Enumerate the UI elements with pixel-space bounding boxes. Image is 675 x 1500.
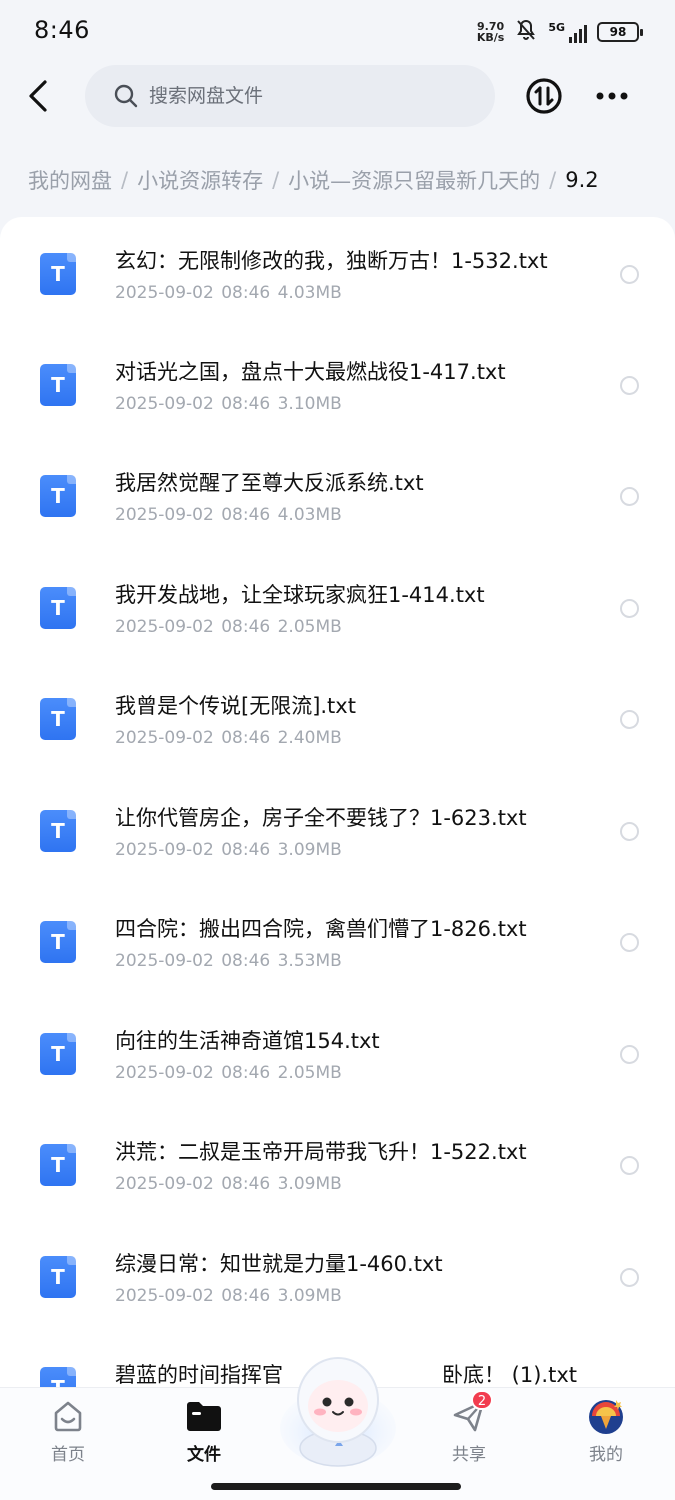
header — [0, 64, 675, 128]
file-meta: 2025-09-02 08:46 2.05MB — [115, 1063, 342, 1083]
folder-icon — [184, 1396, 224, 1436]
file-meta: 2025-09-02 08:46 3.10MB — [115, 394, 342, 414]
txt-file-icon: T — [40, 1033, 76, 1075]
mute-icon — [514, 18, 538, 46]
file-row[interactable]: T 洪荒：二叔是玉帝开局带我飞升！1-522.txt 2025-09-02 08… — [0, 1108, 675, 1219]
file-name: 四合院：搬出四合院，禽兽们懵了1-826.txt — [115, 917, 527, 941]
file-row[interactable]: T 我开发战地，让全球玩家疯狂1-414.txt 2025-09-02 08:4… — [0, 551, 675, 662]
file-meta: 2025-09-02 08:46 2.40MB — [115, 728, 342, 748]
breadcrumb-separator: / — [272, 168, 280, 192]
search-input[interactable] — [149, 85, 469, 107]
file-name: 向往的生活神奇道馆154.txt — [115, 1029, 380, 1053]
home-icon — [48, 1396, 88, 1436]
file-name: 玄幻：无限制修改的我，独断万古！1-532.txt — [115, 249, 548, 273]
txt-file-icon: T — [40, 1256, 76, 1298]
avatar — [586, 1396, 626, 1436]
nav-mine-label: 我的 — [589, 1445, 623, 1465]
select-checkbox[interactable] — [620, 1156, 639, 1175]
txt-file-icon: T — [40, 1144, 76, 1186]
more-dots-icon — [596, 92, 628, 100]
txt-file-icon: T — [40, 810, 76, 852]
txt-file-icon: T — [40, 587, 76, 629]
nav-files-label: 文件 — [187, 1445, 221, 1465]
battery-icon: 98 — [597, 22, 643, 42]
file-name: 我曾是个传说[无限流].txt — [115, 694, 356, 718]
file-name: 对话光之国，盘点十大最燃战役1-417.txt — [115, 360, 506, 384]
file-row[interactable]: T 让你代管房企，房子全不要钱了？1-623.txt 2025-09-02 08… — [0, 774, 675, 885]
txt-file-icon: T — [40, 253, 76, 295]
select-checkbox[interactable] — [620, 822, 639, 841]
file-row[interactable]: T 玄幻：无限制修改的我，独断万古！1-532.txt 2025-09-02 0… — [0, 217, 675, 328]
select-checkbox[interactable] — [620, 710, 639, 729]
breadcrumb-my-drive[interactable]: 我的网盘 — [28, 165, 112, 195]
transfer-icon — [526, 78, 562, 114]
breadcrumb-separator: / — [549, 168, 557, 192]
txt-file-icon: T — [40, 364, 76, 406]
select-checkbox[interactable] — [620, 265, 639, 284]
file-name-end: 卧底！ (1).txt — [442, 1363, 577, 1387]
file-name-start: 碧蓝的时间指挥官 — [115, 1363, 283, 1387]
back-button[interactable] — [18, 74, 58, 118]
txt-file-icon: T — [40, 698, 76, 740]
file-meta: 2025-09-02 08:46 3.09MB — [115, 1286, 342, 1306]
txt-file-icon: T — [40, 475, 76, 517]
search-bar[interactable] — [85, 65, 495, 127]
file-name: 洪荒：二叔是玉帝开局带我飞升！1-522.txt — [115, 1140, 527, 1164]
nav-files[interactable]: 文件 — [149, 1388, 259, 1468]
breadcrumb-novel-resources[interactable]: 小说—资源只留最新几天的 — [288, 165, 540, 195]
file-meta: 2025-09-02 08:46 3.09MB — [115, 1174, 342, 1194]
file-list: T 玄幻：无限制修改的我，独断万古！1-532.txt 2025-09-02 0… — [0, 217, 675, 1387]
share-badge: 2 — [471, 1390, 493, 1410]
breadcrumb-current-folder: 9.2 — [565, 168, 599, 192]
transfer-button[interactable] — [525, 77, 563, 115]
nav-share[interactable]: 2 共享 — [414, 1388, 524, 1468]
file-meta: 2025-09-02 08:46 4.03MB — [115, 505, 342, 525]
file-meta: 2025-09-02 08:46 3.53MB — [115, 951, 342, 971]
file-name: 让你代管房企，房子全不要钱了？1-623.txt — [115, 806, 527, 830]
select-checkbox[interactable] — [620, 1268, 639, 1287]
txt-file-icon: T — [40, 1367, 76, 1387]
nav-home-label: 首页 — [51, 1445, 85, 1465]
nav-home[interactable]: 首页 — [13, 1388, 123, 1468]
status-time: 8:46 — [34, 16, 90, 44]
nav-mine[interactable]: 我的 — [551, 1388, 661, 1468]
breadcrumb: 我的网盘 / 小说资源转存 / 小说—资源只留最新几天的 / 9.2 — [28, 160, 675, 200]
file-meta: 2025-09-02 08:46 3.09MB — [115, 840, 342, 860]
more-options-button[interactable] — [592, 77, 632, 115]
mascot-assistant-button[interactable] — [277, 1350, 399, 1470]
paper-plane-icon: 2 — [449, 1390, 493, 1436]
nav-share-label: 共享 — [452, 1445, 486, 1465]
file-row[interactable]: T 综漫日常：知世就是力量1-460.txt 2025-09-02 08:46 … — [0, 1220, 675, 1331]
network-speed: 9.70 KB/s — [476, 20, 505, 44]
breadcrumb-separator: / — [121, 168, 129, 192]
status-icons: 9.70 KB/s 5G 98 — [476, 18, 643, 46]
file-name: 我开发战地，让全球玩家疯狂1-414.txt — [115, 583, 485, 607]
file-meta: 2025-09-02 08:46 2.05MB — [115, 617, 342, 637]
file-row[interactable]: T 四合院：搬出四合院，禽兽们懵了1-826.txt 2025-09-02 08… — [0, 885, 675, 996]
select-checkbox[interactable] — [620, 1045, 639, 1064]
file-row[interactable]: T 我曾是个传说[无限流].txt 2025-09-02 08:46 2.40M… — [0, 662, 675, 773]
file-row[interactable]: T 对话光之国，盘点十大最燃战役1-417.txt 2025-09-02 08:… — [0, 328, 675, 439]
mascot-icon — [280, 1357, 396, 1467]
breadcrumb-novel-transfer[interactable]: 小说资源转存 — [137, 165, 263, 195]
file-name: 综漫日常：知世就是力量1-460.txt — [115, 1252, 443, 1276]
file-row[interactable]: T 我居然觉醒了至尊大反派系统.txt 2025-09-02 08:46 4.0… — [0, 439, 675, 550]
select-checkbox[interactable] — [620, 599, 639, 618]
select-checkbox[interactable] — [620, 487, 639, 506]
search-icon — [114, 84, 138, 108]
file-meta: 2025-09-02 08:46 4.03MB — [115, 283, 342, 303]
status-bar: 8:46 9.70 KB/s 5G 98 — [0, 0, 675, 62]
back-arrow-icon — [29, 80, 47, 112]
home-indicator — [211, 1483, 461, 1490]
file-name: 我居然觉醒了至尊大反派系统.txt — [115, 471, 424, 495]
txt-file-icon: T — [40, 921, 76, 963]
select-checkbox[interactable] — [620, 933, 639, 952]
file-row[interactable]: T 向往的生活神奇道馆154.txt 2025-09-02 08:46 2.05… — [0, 997, 675, 1108]
signal-icon: 5G — [548, 21, 587, 43]
select-checkbox[interactable] — [620, 376, 639, 395]
